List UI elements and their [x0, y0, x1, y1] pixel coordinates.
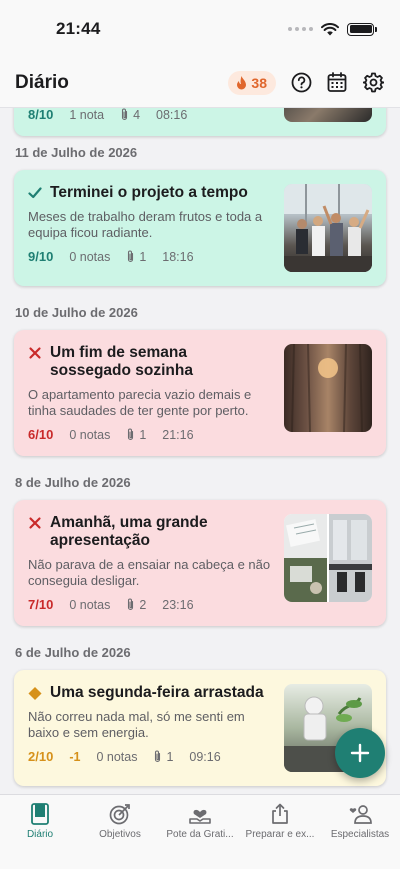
settings-button[interactable]: [362, 72, 384, 94]
status-icons: [288, 22, 377, 36]
date-header: 6 de Julho de 2026: [15, 645, 131, 660]
journal-feed[interactable]: 8/10 1 nota 4 08:16 11 de Julho de 2026 …: [0, 108, 400, 794]
entry-attachments: 1: [126, 250, 146, 264]
entry-time: 09:16: [189, 749, 221, 764]
entry-photo[interactable]: [284, 184, 372, 272]
entry-attachments: 1: [153, 750, 173, 764]
streak-count: 38: [251, 74, 267, 91]
journal-entry-card[interactable]: Uma segunda-feira arrastada Não correu n…: [14, 670, 386, 786]
entry-photo-collage[interactable]: [284, 514, 372, 602]
curtains-sunset-image: [291, 344, 363, 432]
paperclip-icon: [122, 108, 128, 121]
tab-especialistas[interactable]: Especialistas: [320, 802, 400, 869]
entry-notes: 0 notas: [69, 427, 111, 442]
diamond-icon: [28, 686, 42, 701]
streak-badge[interactable]: 38: [228, 70, 276, 95]
header-actions: 38: [228, 70, 384, 95]
entry-photo[interactable]: [284, 344, 372, 432]
app-header: Diário 38: [0, 58, 400, 108]
entry-score: 9/10: [28, 249, 54, 264]
entry-notes: 1 nota: [69, 108, 105, 122]
office-room-image: [329, 514, 372, 602]
target-icon: [109, 804, 130, 825]
entry-text: Não parava de a ensaiar na cabeça e não …: [28, 557, 271, 588]
entry-text: Meses de trabalho deram frutos e toda a …: [28, 209, 263, 240]
entry-title: Uma segunda-feira arrastada: [50, 684, 264, 701]
entry-score: 2/10: [28, 749, 54, 764]
entry-time: 23:16: [162, 597, 194, 612]
entry-attachments: 2: [126, 598, 146, 612]
plus-icon: [350, 743, 370, 763]
entry-score: 7/10: [28, 597, 54, 612]
share-export-icon: [272, 803, 288, 824]
date-header: 10 de Julho de 2026: [15, 305, 138, 320]
entry-time: 21:16: [162, 427, 194, 442]
entry-meta: 2/10 -1 0 notas 1 09:16: [28, 749, 272, 764]
flame-icon: [237, 75, 247, 89]
entry-time: 18:16: [162, 249, 194, 264]
tab-preparar-exportar[interactable]: Preparar e ex...: [240, 802, 320, 869]
entry-photo[interactable]: [284, 108, 372, 122]
date-header: 8 de Julho de 2026: [15, 475, 131, 490]
tab-bar: Diário Objetivos Pote da Grati... Prepar…: [0, 794, 400, 869]
entry-meta: 9/10 0 notas 1 18:16: [28, 249, 272, 264]
paperclip-icon: [128, 428, 134, 441]
entry-score: 8/10: [28, 108, 54, 122]
entry-title: Um fim de semana sossegado sozinha: [50, 344, 193, 379]
entry-attachments: 1: [126, 428, 146, 442]
entry-title: Terminei o projeto a tempo: [50, 184, 248, 201]
signal-dots-icon: [288, 27, 313, 31]
entry-time: 08:16: [156, 108, 188, 122]
entry-meta: 8/10 1 nota 4 08:16: [28, 108, 272, 122]
entry-title: Amanhã, uma grande apresentação: [50, 514, 208, 549]
page-title: Diário: [15, 71, 69, 93]
cross-icon: [29, 347, 41, 359]
tab-pote-gratidao[interactable]: Pote da Grati...: [160, 802, 240, 869]
entry-attachments: 4: [120, 108, 140, 122]
journal-entry-card[interactable]: Terminei o projeto a tempo Meses de trab…: [14, 170, 386, 286]
date-header: 11 de Julho de 2026: [15, 145, 138, 160]
journal-icon: [31, 803, 49, 825]
gratitude-jar-icon: [189, 809, 211, 824]
paperclip-icon: [155, 750, 161, 763]
entry-text: Não correu nada mal, só me senti em baix…: [28, 709, 245, 740]
status-bar: 21:44: [0, 0, 400, 58]
journal-entry-card[interactable]: Um fim de semana sossegado sozinha O apa…: [14, 330, 386, 456]
calendar-button[interactable]: [326, 72, 348, 94]
help-icon: [291, 72, 311, 93]
add-entry-button[interactable]: [335, 728, 385, 778]
entry-meta: 7/10 0 notas 2 23:16: [28, 597, 272, 612]
journal-entry-card[interactable]: 8/10 1 nota 4 08:16: [14, 108, 386, 136]
specialists-icon: [349, 805, 372, 824]
entry-score-delta: -1: [69, 749, 81, 764]
entry-text: O apartamento parecia vazio demais e tin…: [28, 387, 252, 418]
paperclip-icon: [128, 598, 134, 611]
status-time: 21:44: [56, 19, 101, 38]
tab-objetivos[interactable]: Objetivos: [80, 802, 160, 869]
entry-notes: 0 notas: [69, 597, 111, 612]
checkmark-icon: [28, 187, 42, 199]
wifi-icon: [321, 22, 339, 35]
tab-diario[interactable]: Diário: [0, 802, 80, 869]
paperclip-icon: [128, 250, 134, 263]
entry-meta: 6/10 0 notas 1 21:16: [28, 427, 272, 442]
calendar-icon: [327, 72, 347, 92]
journal-entry-card[interactable]: Amanhã, uma grande apresentação Não para…: [14, 500, 386, 626]
gear-icon: [362, 72, 384, 93]
cross-icon: [29, 517, 41, 529]
entry-notes: 0 notas: [96, 749, 138, 764]
desk-notes-image: [284, 514, 327, 602]
help-button[interactable]: [290, 72, 312, 94]
entry-notes: 0 notas: [69, 249, 111, 264]
entry-score: 6/10: [28, 427, 54, 442]
battery-icon: [347, 22, 377, 36]
people-celebrating-image: [284, 184, 372, 272]
